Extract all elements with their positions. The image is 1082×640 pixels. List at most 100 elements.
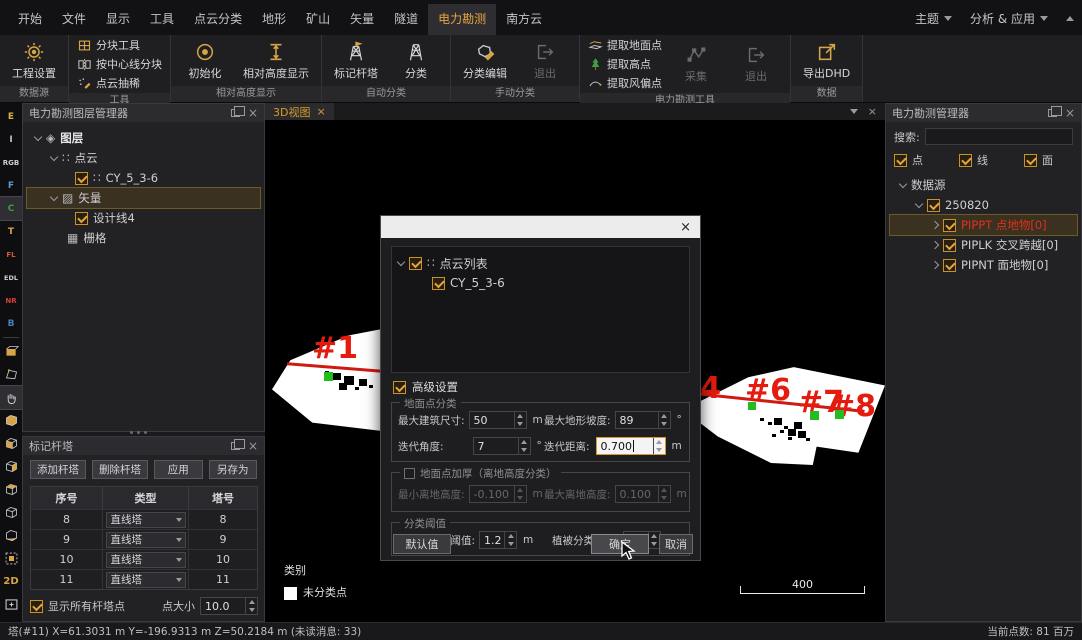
search-input[interactable] bbox=[925, 128, 1073, 145]
menu-pointcloud-classify[interactable]: 点云分类 bbox=[184, 4, 252, 35]
tower-marker[interactable] bbox=[324, 372, 333, 381]
table-row[interactable]: 8 直线塔 8 bbox=[31, 509, 257, 529]
save-as-button[interactable]: 另存为 bbox=[209, 460, 258, 479]
analysis-app-menu[interactable]: 分析 & 应用 bbox=[970, 10, 1048, 27]
tree-item-pointcloud-file[interactable]: ∷ CY_5_3-6 bbox=[27, 168, 260, 188]
normal-render-icon[interactable]: NR bbox=[0, 289, 22, 312]
add-tower-button[interactable]: 添加杆塔 bbox=[30, 460, 86, 479]
spinner-arrows[interactable] bbox=[658, 412, 670, 428]
filter-point-checkbox[interactable] bbox=[894, 154, 907, 167]
relative-height-display-button[interactable]: 相对高度显示 bbox=[239, 40, 313, 82]
tower-marker[interactable] bbox=[835, 410, 844, 419]
max-building-input[interactable]: 50 bbox=[469, 411, 527, 429]
classification-render-icon[interactable]: C bbox=[0, 197, 22, 220]
mark-towers-button[interactable]: 标记杆塔 bbox=[330, 40, 382, 82]
min-height-input[interactable]: -0.100 bbox=[469, 485, 527, 503]
checkbox-checked[interactable] bbox=[943, 259, 956, 272]
type-dropdown[interactable]: 直线塔 bbox=[106, 572, 186, 588]
elevation-render-icon[interactable]: E bbox=[0, 105, 22, 128]
split-by-centerline-button[interactable]: 按中心线分块 bbox=[77, 56, 162, 72]
tab-overflow-icon[interactable] bbox=[850, 109, 858, 114]
edl-render-icon[interactable]: EDL bbox=[0, 266, 22, 289]
cancel-button[interactable]: 取消 bbox=[659, 534, 693, 554]
spinner-arrows[interactable] bbox=[504, 532, 516, 548]
tree-item-point-features[interactable]: PIPPT 点地物[0] bbox=[890, 215, 1077, 235]
spinner-arrows[interactable] bbox=[245, 598, 257, 614]
menu-terrain[interactable]: 地形 bbox=[252, 4, 296, 35]
tree-item-dataset[interactable]: 250820 bbox=[890, 195, 1077, 215]
point-size-input[interactable]: 10.0 bbox=[200, 597, 258, 615]
menu-display[interactable]: 显示 bbox=[96, 4, 140, 35]
time-render-icon[interactable]: T bbox=[0, 220, 22, 243]
menu-power-survey[interactable]: 电力勘测 bbox=[428, 4, 496, 35]
close-icon[interactable]: × bbox=[868, 105, 877, 118]
blend-render-icon[interactable]: B bbox=[0, 312, 22, 335]
default-values-button[interactable]: 默认值 bbox=[393, 534, 451, 554]
thicken-checkbox[interactable] bbox=[404, 468, 415, 479]
exit-power-tools-button[interactable]: 退出 bbox=[730, 43, 782, 85]
filter-line-checkbox[interactable] bbox=[959, 154, 972, 167]
show-all-towers-checkbox[interactable] bbox=[30, 600, 43, 613]
menu-vector[interactable]: 矢量 bbox=[340, 4, 384, 35]
intensity-render-icon[interactable]: I bbox=[0, 128, 22, 151]
menu-start[interactable]: 开始 bbox=[8, 4, 52, 35]
polygon-clip-icon[interactable] bbox=[0, 363, 22, 386]
view-cube-top-icon[interactable] bbox=[0, 478, 22, 501]
rgb-render-icon[interactable]: RGB bbox=[0, 151, 22, 174]
type-dropdown[interactable]: 直线塔 bbox=[106, 552, 186, 568]
max-height-input[interactable]: 0.100 bbox=[615, 485, 671, 503]
classify-edit-button[interactable]: 分类编辑 bbox=[459, 40, 511, 82]
tab-3d-view[interactable]: 3D视图 × bbox=[265, 103, 334, 120]
checkbox-checked[interactable] bbox=[927, 199, 940, 212]
menu-mine[interactable]: 矿山 bbox=[296, 4, 340, 35]
tree-item-crossing-features[interactable]: PIPLK 交叉跨越[0] bbox=[890, 235, 1077, 255]
tree-item-pointcloud-group[interactable]: ∷ 点云 bbox=[27, 148, 260, 168]
advanced-settings-checkbox[interactable] bbox=[393, 381, 406, 394]
initialize-button[interactable]: 初始化 bbox=[179, 40, 231, 82]
type-dropdown[interactable]: 直线塔 bbox=[106, 512, 186, 528]
apply-button[interactable]: 应用 bbox=[154, 460, 203, 479]
block-tool-button[interactable]: 分块工具 bbox=[77, 37, 162, 53]
checkbox-checked[interactable] bbox=[409, 257, 422, 270]
2d-view-icon[interactable]: 2D bbox=[0, 570, 22, 593]
view-cube-front-icon[interactable] bbox=[0, 409, 22, 432]
close-icon[interactable]: × bbox=[1065, 108, 1075, 118]
classify-button[interactable]: 分类 bbox=[390, 40, 442, 82]
extract-high-points-button[interactable]: 提取高点 bbox=[588, 56, 662, 72]
extract-wind-deviation-button[interactable]: 提取风偏点 bbox=[588, 75, 662, 91]
tree-item-raster[interactable]: ▦ 栅格 bbox=[27, 228, 260, 248]
select-region-icon[interactable] bbox=[0, 547, 22, 570]
close-icon[interactable]: × bbox=[248, 441, 258, 451]
tower-marker[interactable] bbox=[810, 411, 819, 420]
menu-tools[interactable]: 工具 bbox=[140, 4, 184, 35]
table-row[interactable]: 9 直线塔 9 bbox=[31, 529, 257, 549]
menu-file[interactable]: 文件 bbox=[52, 4, 96, 35]
close-icon[interactable]: × bbox=[248, 108, 258, 118]
tower-marker[interactable] bbox=[748, 402, 756, 410]
tree-item-datasource[interactable]: 数据源 bbox=[890, 175, 1077, 195]
theme-menu[interactable]: 主题 bbox=[915, 10, 952, 27]
pointcloud-thinning-button[interactable]: 点云抽稀 bbox=[77, 75, 162, 91]
exit-manual-classify-button[interactable]: 退出 bbox=[519, 40, 571, 82]
table-row[interactable]: 11 直线塔 11 bbox=[31, 569, 257, 589]
extract-ground-points-button[interactable]: 提取地面点 bbox=[588, 37, 662, 53]
collapse-ribbon-icon[interactable] bbox=[1066, 16, 1074, 21]
close-icon[interactable]: × bbox=[316, 105, 325, 118]
close-icon[interactable]: × bbox=[671, 220, 700, 235]
view-cube-back-icon[interactable] bbox=[0, 501, 22, 524]
column-header-number[interactable]: 塔号 bbox=[189, 487, 257, 509]
dialog-title-bar[interactable]: × bbox=[381, 216, 700, 238]
checkbox-checked[interactable] bbox=[943, 239, 956, 252]
view-cube-left-icon[interactable] bbox=[0, 432, 22, 455]
tree-item-vector-group[interactable]: ▨ 矢量 bbox=[27, 188, 260, 208]
table-row[interactable]: 10 直线塔 10 bbox=[31, 549, 257, 569]
checkbox-checked[interactable] bbox=[75, 172, 88, 185]
menu-nanfang-cloud[interactable]: 南方云 bbox=[496, 4, 552, 35]
tree-item-design-line[interactable]: 设计线4 bbox=[27, 208, 260, 228]
filter-area-checkbox[interactable] bbox=[1024, 154, 1037, 167]
view-cube-right-icon[interactable] bbox=[0, 455, 22, 478]
view-cube-bottom-icon[interactable] bbox=[0, 524, 22, 547]
column-header-index[interactable]: 序号 bbox=[31, 487, 103, 509]
checkbox-checked[interactable] bbox=[943, 219, 956, 232]
spinner-arrows[interactable] bbox=[514, 412, 526, 428]
